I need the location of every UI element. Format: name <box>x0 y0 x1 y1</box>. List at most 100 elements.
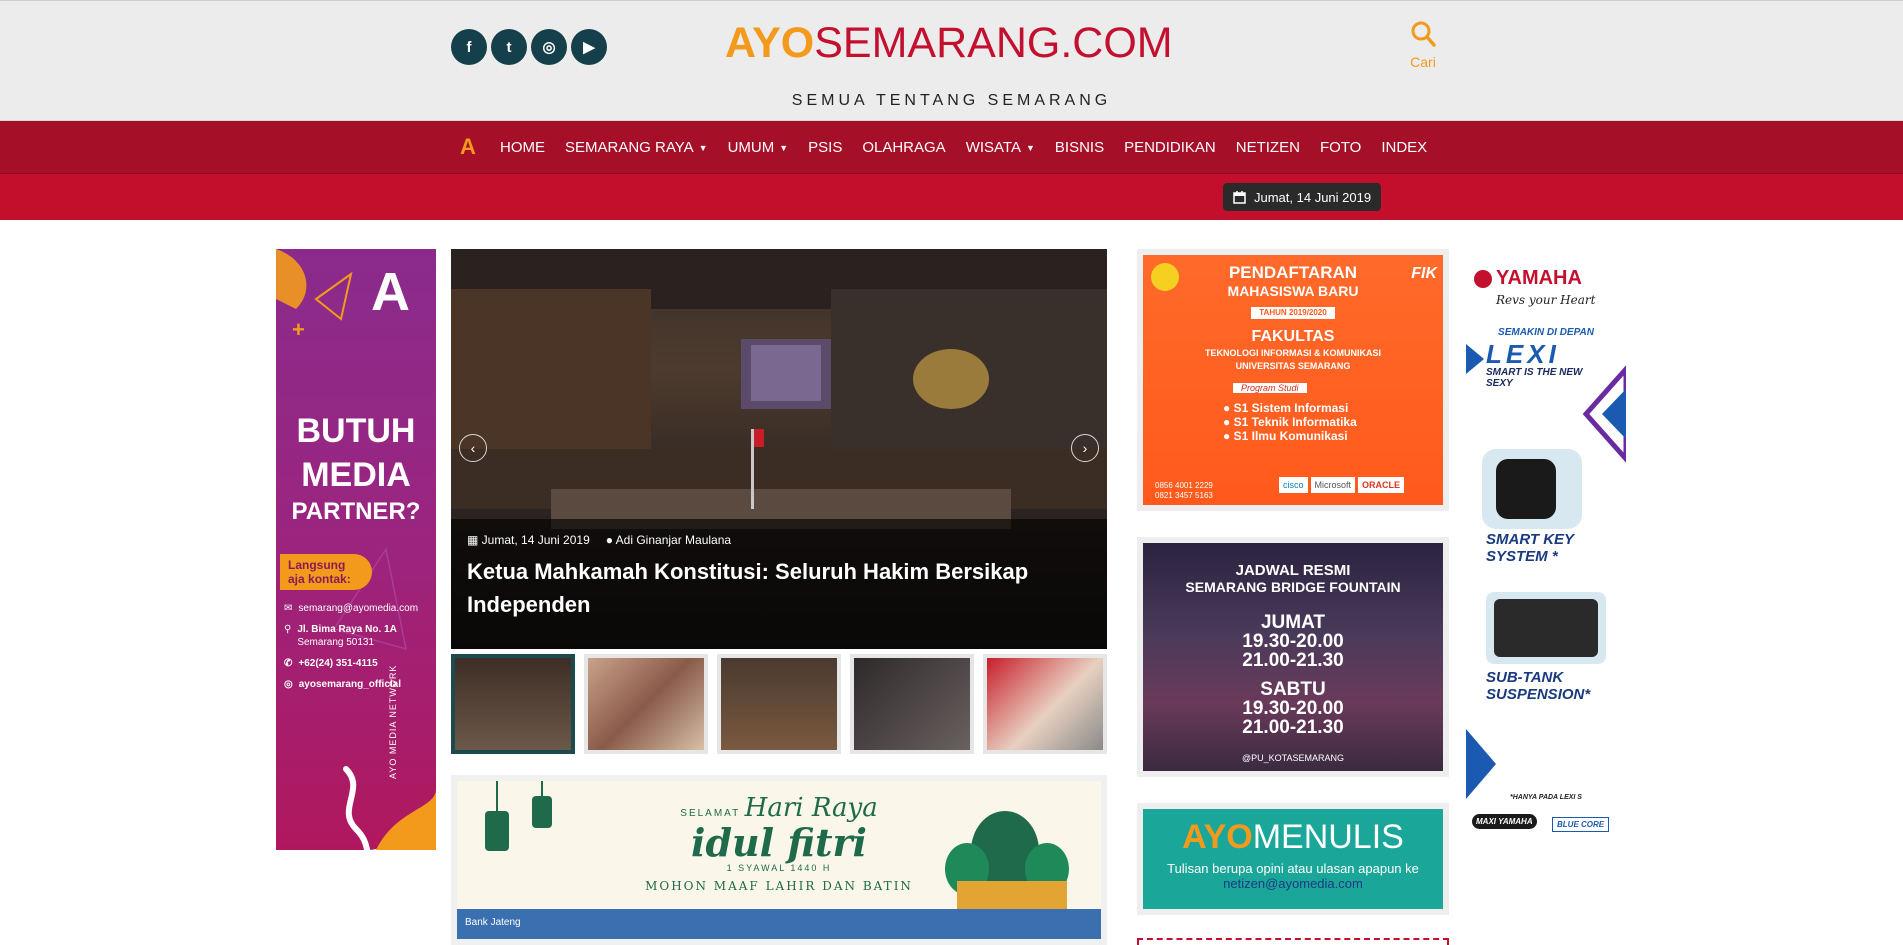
ad-decoration: + <box>276 249 436 850</box>
slider-thumb[interactable] <box>717 654 841 754</box>
fti-admission-ad[interactable]: FIK PENDAFTARAN MAHASISWA BARU TAHUN 201… <box>1137 249 1449 511</box>
fti-title-2: MAHASISWA BARU <box>1227 283 1359 299</box>
nav-label: HOME <box>500 138 545 156</box>
calendar-icon <box>1233 190 1246 204</box>
nav-label: WISATA <box>965 138 1021 156</box>
nav-item-semarang-raya[interactable]: SEMARANG RAYA ▼ <box>565 139 708 156</box>
eid-greeting-banner[interactable]: SELAMAT Hari Raya idul fitri 1 SYAWAL 14… <box>451 775 1107 945</box>
slider-headline[interactable]: Ketua Mahkamah Konstitusi: Seluruh Hakim… <box>467 555 1091 621</box>
slider-prev-button[interactable]: ‹ <box>459 434 487 462</box>
youtube-icon[interactable]: ▶ <box>571 29 607 65</box>
fti-title-1: PENDAFTARAN <box>1228 263 1358 282</box>
next-ad-frame <box>1137 938 1449 945</box>
slider-thumb[interactable] <box>451 654 575 754</box>
date-bar: Jumat, 14 Juni 2019 <box>0 173 1903 220</box>
ad-phone: +62(24) 351-4115 <box>298 658 378 669</box>
bridge-fountain-ad[interactable]: JADWAL RESMI SEMARANG BRIDGE FOUNTAIN JU… <box>1137 537 1449 777</box>
fti-faculty-label: FAKULTAS <box>1251 328 1335 345</box>
nav-item-foto[interactable]: FOTO <box>1320 139 1361 156</box>
yamaha-lexi-ad[interactable]: YAMAHA Revs your Heart SEMAKIN DI DEPAN … <box>1466 249 1626 849</box>
fountain-day-1-time-2: 21.00-21.30 <box>1242 650 1344 671</box>
fti-program: ● S1 Ilmu Komunikasi <box>1223 429 1348 443</box>
fti-program: ● S1 Sistem Informasi <box>1223 401 1349 415</box>
current-date-badge: Jumat, 14 Juni 2019 <box>1223 183 1382 211</box>
fountain-day-1-time-1: 19.30-20.00 <box>1242 631 1344 652</box>
fti-phone-1: 0856 4001 2229 <box>1155 481 1213 490</box>
user-icon: ● <box>605 533 616 547</box>
eid-script-1: Hari Raya <box>744 793 878 823</box>
nav-label: SEMARANG RAYA <box>565 138 694 156</box>
menulis-logo: AYOMENULIS <box>1143 819 1443 855</box>
nav-label: OLAHRAGA <box>862 138 946 156</box>
site-tagline: SEMUA TENTANG SEMARANG <box>791 92 1112 109</box>
search-button[interactable]: Cari <box>1405 19 1441 70</box>
menulis-word: MENULIS <box>1252 818 1404 856</box>
ad-instagram: ayosemarang_official <box>298 679 401 690</box>
twitter-icon[interactable]: t <box>491 29 527 65</box>
fti-univ: UNIVERSITAS SEMARANG <box>1235 361 1351 371</box>
instagram-icon[interactable]: ◎ <box>531 29 567 65</box>
nav-item-pendidikan[interactable]: PENDIDIKAN <box>1124 139 1216 156</box>
ad-headline-1: BUTUH <box>296 412 416 450</box>
logo-semarang: SEMARANG.COM <box>814 19 1173 67</box>
ad-address: Jl. Bima Raya No. 1A Semarang 50131 <box>297 623 396 649</box>
nav-item-index[interactable]: INDEX <box>1381 139 1427 156</box>
fountain-day-2: SABTU <box>1260 679 1326 700</box>
slider-date: Jumat, 14 Juni 2019 <box>481 533 590 547</box>
eid-message: MOHON MAAF LAHIR DAN BATIN <box>645 879 913 893</box>
eid-text: SELAMAT Hari Raya idul fitri 1 SYAWAL 14… <box>457 793 1101 893</box>
nav-item-home[interactable]: HOME <box>500 139 545 156</box>
blue-core-logo-icon: BLUE CORE <box>1552 817 1610 832</box>
logo-ayo: AYO <box>725 19 815 67</box>
nav-item-psis[interactable]: PSIS <box>808 139 842 156</box>
nav-home-logo-icon[interactable]: A <box>460 136 482 158</box>
slider-next-button[interactable]: › <box>1071 434 1099 462</box>
headline-slider[interactable]: ‹ › ▦ Jumat, 14 Juni 2019 ● Adi Ginanjar… <box>451 249 1107 649</box>
search-icon <box>1411 21 1436 47</box>
calendar-icon: ▦ <box>467 533 482 547</box>
ad-contact-cta: Langsung aja kontak: <box>280 554 372 590</box>
ad-headline-3: PARTNER? <box>291 498 421 525</box>
ayo-menulis-ad[interactable]: AYOMENULIS Tulisan berupa opini atau ula… <box>1137 803 1449 915</box>
microsoft-logo-icon: Microsoft <box>1310 477 1356 493</box>
fountain-title: JADWAL RESMI SEMARANG BRIDGE FOUNTAIN <box>1143 563 1443 596</box>
ayo-a-logo-icon: A <box>371 262 410 322</box>
nav-item-olahraga[interactable]: OLAHRAGA <box>862 139 945 156</box>
ad-contact-list: ✉ semarang@ayomedia.com ⚲ Jl. Bima Raya No… <box>284 602 434 691</box>
menulis-email: netizen@ayomedia.com <box>1223 876 1363 891</box>
instagram-icon: ◎ <box>284 679 293 690</box>
nav-item-wisata[interactable]: WISATA ▼ <box>966 139 1035 156</box>
slider-thumb[interactable] <box>983 654 1107 754</box>
eid-date: 1 SYAWAL 1440 H <box>726 863 832 873</box>
chevron-down-icon: ▼ <box>1025 142 1035 153</box>
search-label: Cari <box>1410 54 1436 70</box>
fti-program-label: S1 Ilmu Komunikasi <box>1233 429 1348 443</box>
fti-phones: 0856 4001 2229 0821 3457 5163 <box>1155 481 1213 501</box>
mail-icon: ✉ <box>284 603 293 614</box>
ad-address-2: Semarang 50131 <box>297 637 375 648</box>
media-partner-ad[interactable]: + A BUTUH MEDIA PARTNER? Langsung aja ko… <box>276 249 436 850</box>
nav-item-netizen[interactable]: NETIZEN <box>1236 139 1300 156</box>
site-logo[interactable]: AYOSEMARANG.COM <box>725 19 1173 68</box>
slider-thumb[interactable] <box>584 654 708 754</box>
fti-program-label: S1 Sistem Informasi <box>1233 401 1349 415</box>
fti-phone-2: 0821 3457 5163 <box>1155 491 1213 500</box>
slider-author-wrap: ● Adi Ginanjar Maulana <box>606 533 731 547</box>
slider-thumb[interactable] <box>850 654 974 754</box>
facebook-icon[interactable]: f <box>451 29 487 65</box>
fountain-handle: @PU_KOTASEMARANG <box>1242 753 1344 763</box>
yamaha-feature-2: SUB-TANK SUSPENSION* <box>1486 669 1591 703</box>
nav-item-bisnis[interactable]: BISNIS <box>1055 139 1104 156</box>
nav-item-umum[interactable]: UMUM ▼ <box>728 139 789 156</box>
fti-partners: cisco Microsoft ORACLE <box>1279 477 1405 493</box>
fti-faculty: FAKULTAS TEKNOLOGI INFORMASI & KOMUNIKAS… <box>1143 327 1443 373</box>
maxi-logo-icon: MAXI YAMAHA <box>1472 814 1537 829</box>
fti-program: ● S1 Teknik Informatika <box>1223 415 1357 429</box>
ad-email: semarang@ayomedia.com <box>298 603 419 614</box>
site-header: f t ◎ ▶ AYOSEMARANG.COM SEMUA TENTANG SE… <box>0 0 1903 121</box>
nav-items: A HOME SEMARANG RAYA ▼ UMUM ▼ PSIS OLAHRAG… <box>460 121 1447 173</box>
fountain-schedule: JUMAT 19.30-20.00 21.00-21.30 SABTU 19.3… <box>1143 613 1443 737</box>
phone-icon: ✆ <box>284 658 293 669</box>
oracle-logo-icon: ORACLE <box>1358 477 1405 493</box>
fountain-title-2: SEMARANG BRIDGE FOUNTAIN <box>1185 579 1401 595</box>
